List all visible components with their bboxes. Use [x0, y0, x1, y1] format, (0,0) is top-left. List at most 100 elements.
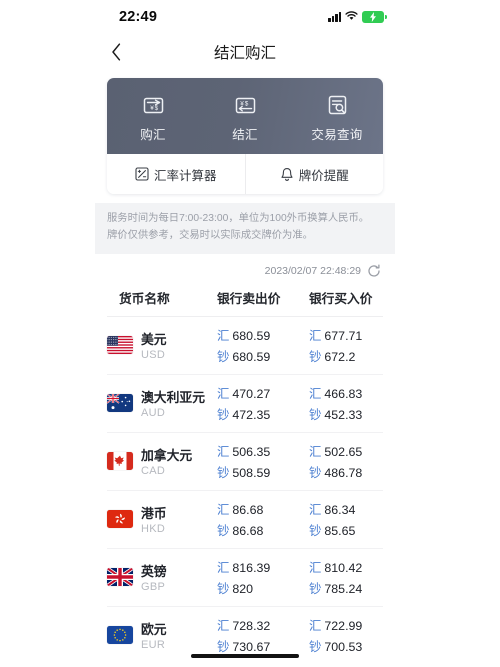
buy-forex-icon: ¥ $	[143, 97, 163, 114]
buy-price-cell: 汇 810.42 钞 785.24	[309, 558, 383, 597]
currency-name: 美元	[141, 332, 167, 348]
status-time: 22:49	[119, 9, 158, 25]
quick-action-label: 购汇	[140, 128, 166, 142]
transaction-search-icon	[328, 95, 346, 115]
nav-bar: 结汇购汇	[95, 34, 395, 70]
phone-screen: 22:49 结汇购汇 ¥ $ 购汇 ¥ $ 结汇 交易查询 汇率计算器 牌价提醒…	[95, 0, 395, 667]
battery-charging-icon	[362, 11, 387, 23]
tool-rate-alert[interactable]: 牌价提醒	[244, 154, 384, 194]
buy-price-cell: 汇 502.65 钞 486.78	[309, 442, 383, 481]
sell-price-cell: 汇 728.32 钞 730.67	[217, 616, 309, 655]
quick-action-label: 结汇	[232, 128, 258, 142]
buy-wire-rate: 汇 810.42	[309, 560, 363, 575]
wifi-icon	[345, 8, 358, 26]
refresh-icon	[368, 264, 380, 277]
quick-action-label: 交易查询	[311, 128, 363, 142]
currency-name: 港币	[141, 506, 167, 522]
table-header-row: 货币名称 银行卖出价 银行买入价	[107, 285, 383, 317]
notice-line-2: 牌价仅供参考，交易时以实际成交牌价为准。	[107, 229, 313, 241]
buy-wire-rate: 汇 677.71	[309, 328, 363, 343]
tool-row: 汇率计算器 牌价提醒	[107, 154, 383, 194]
buy-cash-rate: 钞 672.2	[309, 349, 356, 364]
sell-wire-rate: 汇 86.68	[217, 502, 264, 517]
table-row[interactable]: 加拿大元 CAD 汇 506.35 钞 508.59 汇 502.65 钞 486.78	[107, 433, 383, 491]
currency-name: 加拿大元	[141, 448, 193, 464]
buy-cash-rate: 钞 486.78	[309, 465, 363, 480]
buy-wire-rate: 汇 466.83	[309, 386, 363, 401]
sell-cash-rate: 钞 680.59	[217, 349, 271, 364]
page-title: 结汇购汇	[213, 45, 276, 62]
tool-label: 牌价提醒	[298, 168, 349, 183]
currency-cell: 加拿大元 CAD	[107, 445, 217, 477]
buy-cash-rate: 钞 785.24	[309, 581, 363, 596]
sell-price-cell: 汇 680.59 钞 680.59	[217, 326, 309, 365]
sell-cash-rate: 钞 472.35	[217, 407, 271, 422]
svg-text:$: $	[154, 105, 158, 112]
sell-cash-rate: 钞 820	[217, 581, 254, 596]
sell-wire-rate: 汇 506.35	[217, 444, 271, 459]
buy-price-cell: 汇 677.71 钞 672.2	[309, 326, 383, 365]
sell-cash-rate: 钞 86.68	[217, 523, 264, 538]
table-header-buy: 银行买入价	[309, 291, 373, 306]
bell-icon	[281, 167, 293, 181]
table-row[interactable]: 澳大利亚元 AUD 汇 470.27 钞 472.35 汇 466.83 钞 452.3…	[107, 375, 383, 433]
update-timestamp-row: 2023/02/07 22:48:29	[95, 254, 395, 285]
update-timestamp: 2023/02/07 22:48:29	[264, 264, 361, 277]
currency-code: EUR	[141, 639, 166, 652]
sell-price-cell: 汇 86.68 钞 86.68	[217, 500, 309, 539]
currency-code: GBP	[141, 581, 166, 594]
sell-price-cell: 汇 470.27 钞 472.35	[217, 384, 309, 423]
flag-us-icon	[107, 336, 133, 355]
quick-action-settle-forex[interactable]: ¥ $ 结汇	[199, 92, 291, 143]
calculator-icon	[135, 167, 149, 181]
service-notice: 服务时间为每日7:00-23:00，单位为100外币换算人民币。 牌价仅供参考，…	[95, 203, 395, 254]
table-row[interactable]: 美元 USD 汇 680.59 钞 680.59 汇 677.71 钞 672.2	[107, 317, 383, 375]
home-indicator[interactable]	[191, 653, 299, 658]
buy-price-cell: 汇 86.34 钞 85.65	[309, 500, 383, 539]
buy-wire-rate: 汇 86.34	[309, 502, 356, 517]
currency-name: 澳大利亚元	[141, 390, 205, 406]
currency-cell: 港币 HKD	[107, 503, 217, 535]
svg-text:$: $	[244, 100, 248, 107]
currency-name: 欧元	[141, 622, 167, 638]
status-icons	[328, 8, 387, 26]
flag-gb-icon	[107, 568, 133, 587]
currency-cell: 欧元 EUR	[107, 619, 217, 651]
sell-wire-rate: 汇 680.59	[217, 328, 271, 343]
sell-price-cell: 汇 506.35 钞 508.59	[217, 442, 309, 481]
flag-au-icon	[107, 394, 133, 413]
notice-line-1: 服务时间为每日7:00-23:00，单位为100外币换算人民币。	[107, 213, 370, 224]
currency-code: USD	[141, 349, 166, 362]
buy-wire-rate: 汇 722.99	[309, 618, 363, 633]
buy-price-cell: 汇 466.83 钞 452.33	[309, 384, 383, 423]
table-body: 美元 USD 汇 680.59 钞 680.59 汇 677.71 钞 672.2 澳大…	[107, 317, 383, 664]
sell-price-cell: 汇 816.39 钞 820	[217, 558, 309, 597]
tool-rate-calculator[interactable]: 汇率计算器	[107, 154, 245, 194]
flag-ca-icon	[107, 452, 133, 471]
buy-cash-rate: 钞 700.53	[309, 639, 363, 654]
table-row[interactable]: 英镑 GBP 汇 816.39 钞 820 汇 810.42 钞 785.24	[107, 549, 383, 607]
table-header-sell: 银行卖出价	[217, 291, 281, 306]
currency-name: 英镑	[141, 564, 167, 580]
settle-forex-icon: ¥ $	[235, 97, 255, 114]
buy-cash-rate: 钞 452.33	[309, 407, 363, 422]
refresh-button[interactable]	[367, 264, 381, 278]
signal-bars-icon	[328, 12, 341, 22]
table-header-currency: 货币名称	[119, 291, 170, 306]
quick-action-transaction-search[interactable]: 交易查询	[291, 92, 383, 143]
currency-cell: 美元 USD	[107, 329, 217, 361]
tool-label: 汇率计算器	[153, 168, 217, 183]
buy-wire-rate: 汇 502.65	[309, 444, 363, 459]
sell-wire-rate: 汇 470.27	[217, 386, 271, 401]
buy-cash-rate: 钞 85.65	[309, 523, 356, 538]
table-row[interactable]: 港币 HKD 汇 86.68 钞 86.68 汇 86.34 钞 85.65	[107, 491, 383, 549]
currency-code: CAD	[141, 465, 166, 478]
buy-price-cell: 汇 722.99 钞 700.53	[309, 616, 383, 655]
quick-action-row: ¥ $ 购汇 ¥ $ 结汇 交易查询	[107, 78, 383, 154]
flag-eu-icon	[107, 626, 133, 645]
quick-action-card: ¥ $ 购汇 ¥ $ 结汇 交易查询 汇率计算器 牌价提醒	[107, 78, 383, 194]
currency-code: AUD	[141, 407, 166, 420]
sell-cash-rate: 钞 730.67	[217, 639, 271, 654]
quick-action-buy-forex[interactable]: ¥ $ 购汇	[107, 92, 199, 143]
currency-cell: 澳大利亚元 AUD	[107, 387, 217, 419]
